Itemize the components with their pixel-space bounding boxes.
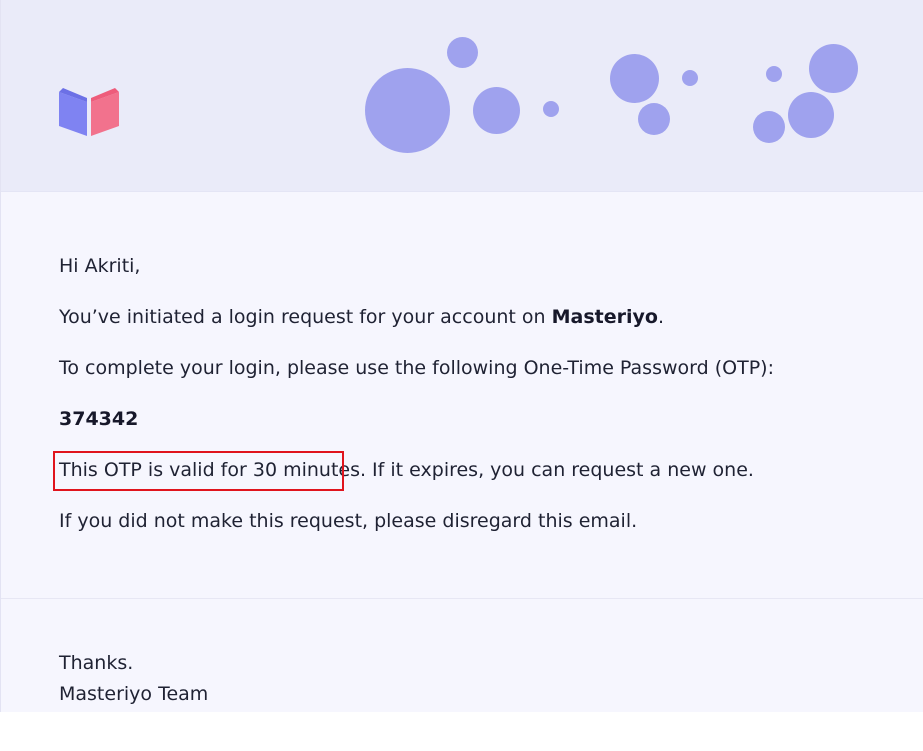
- signature-text: Masteriyo Team: [59, 683, 209, 705]
- disregard-text: If you did not make this request, please…: [59, 510, 638, 532]
- validity-text: This OTP is valid for 30 minutes. If it …: [53, 451, 899, 491]
- otp-code[interactable]: 374342: [59, 407, 899, 431]
- decorative-bubble: [365, 68, 450, 153]
- intro-prefix: You’ve initiated a login request for you…: [59, 306, 552, 328]
- section-divider: [1, 598, 923, 599]
- decorative-bubble: [473, 87, 520, 134]
- decorative-bubble: [610, 54, 659, 103]
- decorative-bubble: [638, 103, 670, 135]
- email-container: Hi Akriti, You’ve initiated a login requ…: [0, 0, 923, 712]
- decorative-bubble: [766, 66, 782, 82]
- instruction-text: To complete your login, please use the f…: [59, 357, 774, 379]
- decorative-bubble: [788, 92, 834, 138]
- decorative-bubble: [809, 44, 858, 93]
- decorative-bubble: [447, 37, 478, 68]
- intro-text: You’ve initiated a login request for you…: [59, 305, 899, 329]
- intro-suffix: .: [657, 306, 664, 328]
- greeting: Hi Akriti,: [59, 255, 141, 277]
- signoff: Thanks. Masteriyo Team: [59, 648, 208, 710]
- validity-rest: If it expires, you can request a new one…: [366, 459, 754, 481]
- decorative-bubble: [682, 70, 698, 86]
- thanks-text: Thanks.: [59, 652, 134, 674]
- highlight-box: [53, 451, 344, 491]
- decorative-bubble: [753, 111, 785, 143]
- email-header: [1, 0, 923, 192]
- open-book-icon: [59, 88, 119, 136]
- decorative-bubble: [543, 101, 559, 117]
- brand-name: Masteriyo: [551, 306, 658, 328]
- email-body: Hi Akriti, You’ve initiated a login requ…: [53, 254, 899, 560]
